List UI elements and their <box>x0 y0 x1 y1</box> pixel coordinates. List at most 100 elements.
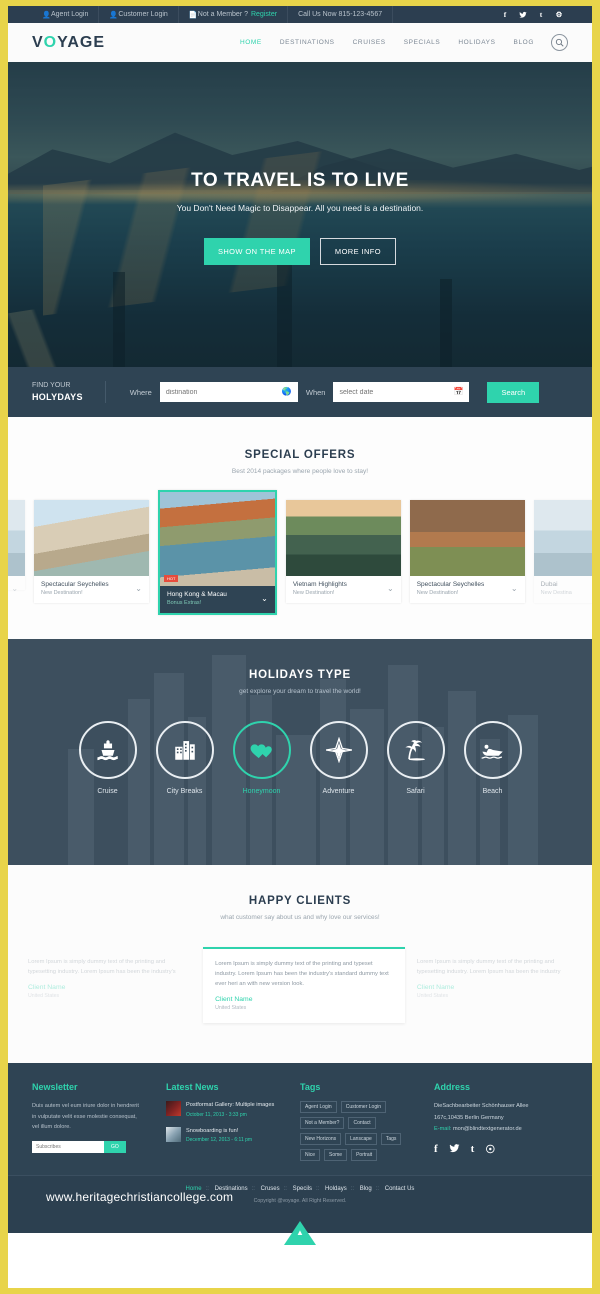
happy-clients-title: HAPPY CLIENTS <box>248 895 352 907</box>
footer-nav-contact[interactable]: Contact Us <box>381 1186 419 1192</box>
footer-news-column: Latest News Postformat Gallery: Multiple… <box>166 1082 300 1161</box>
facebook-icon[interactable]: f <box>496 6 514 23</box>
twitter-icon[interactable] <box>449 1143 460 1157</box>
testimonial-name: Client Name <box>28 984 66 992</box>
adventure-circle[interactable] <box>309 721 368 779</box>
special-offers-heading: SPECIAL OFFERS Best 2014 packages where … <box>8 449 592 475</box>
honeymoon-circle[interactable] <box>232 721 291 779</box>
tumblr-icon[interactable]: t <box>532 6 550 23</box>
address-title: Address <box>434 1082 471 1093</box>
offer-title: Spectacular Seychelles <box>416 581 485 588</box>
nav-item-destinations[interactable]: DESTINATIONS <box>271 39 344 46</box>
agent-login-label: Agent Login <box>51 11 89 18</box>
news-item[interactable]: Snowboarding is fun! December 12, 2013 -… <box>166 1126 300 1143</box>
offer-title: Dubai <box>540 581 558 588</box>
cruise-circle[interactable] <box>78 721 137 779</box>
offer-card-seychelles-2[interactable]: Spectacular Seychelles New Destination! … <box>409 500 525 603</box>
pinterest-icon[interactable]: ☉ <box>485 1143 495 1157</box>
offer-card-vietnam[interactable]: Vietnam Highlights New Destination! ⌄ <box>285 500 401 603</box>
agent-login-link[interactable]: 👤 Agent Login <box>32 6 98 23</box>
holiday-type-list: Cruise City Breaks Honeymoon Adventure S… <box>8 721 592 795</box>
newsletter-input[interactable] <box>32 1141 104 1154</box>
footer-nav-blog[interactable]: Blog <box>356 1186 376 1192</box>
tag-item[interactable]: New Horizons <box>300 1133 342 1146</box>
nav-separator: :: <box>350 1186 355 1193</box>
search-button[interactable] <box>551 34 568 51</box>
nav-item-home[interactable]: HOME <box>231 39 271 46</box>
logo[interactable]: VOYAGE <box>32 34 105 52</box>
chevron-down-icon[interactable]: ⌄ <box>387 584 394 593</box>
testimonial-active[interactable]: Lorem Ipsum is simply dummy text of the … <box>203 947 405 1024</box>
speedboat-icon <box>481 744 503 759</box>
tag-item[interactable]: Customer Login <box>340 1101 386 1114</box>
site-footer: Newsletter Duis autem vel eum iriure dol… <box>8 1063 592 1176</box>
testimonial-text: Lorem Ipsum is simply dummy text of the … <box>416 959 561 976</box>
twitter-icon[interactable] <box>514 6 532 23</box>
nav-separator: :: <box>375 1186 380 1193</box>
newsletter-go-button[interactable]: GO <box>104 1141 126 1154</box>
tumblr-icon[interactable]: t <box>471 1143 475 1157</box>
tag-item[interactable]: Nice <box>300 1149 321 1162</box>
newsletter-title: Newsletter <box>32 1082 78 1093</box>
special-offers-subtitle: Best 2014 packages where people love to … <box>231 468 369 475</box>
buildings-icon <box>174 741 195 760</box>
show-on-map-button[interactable]: SHOW ON THE MAP <box>203 238 310 265</box>
news-item[interactable]: Postformat Gallery: Multiple images Octo… <box>166 1101 300 1118</box>
facebook-icon[interactable]: f <box>434 1143 438 1157</box>
logo-part-3: YAGE <box>57 33 105 51</box>
holiday-type-adventure[interactable]: Adventure <box>309 721 368 795</box>
tag-item[interactable]: Some <box>324 1149 348 1162</box>
tag-item[interactable]: Portrait <box>351 1149 378 1162</box>
site-header: VOYAGE HOME DESTINATIONS CRUISES SPECIAL… <box>8 23 592 62</box>
tag-item[interactable]: Not a Member? <box>300 1117 345 1130</box>
holiday-type-cruise[interactable]: Cruise <box>78 721 137 795</box>
testimonial-right[interactable]: Lorem Ipsum is simply dummy text of the … <box>405 947 592 1011</box>
holiday-type-safari[interactable]: Safari <box>386 721 445 795</box>
chevron-down-icon[interactable]: ⌄ <box>11 584 18 593</box>
register-link[interactable]: Register <box>251 11 277 18</box>
tag-item[interactable]: Contact <box>348 1117 376 1130</box>
chevron-down-icon[interactable]: ⌄ <box>135 584 142 593</box>
search-submit-button[interactable]: Search <box>487 381 540 403</box>
city-breaks-circle[interactable] <box>155 721 214 779</box>
tag-item[interactable]: Lanscape <box>345 1133 377 1146</box>
footer-nav-holidays[interactable]: Holdays <box>321 1186 351 1192</box>
holiday-type-beach[interactable]: Beach <box>463 721 522 795</box>
customer-login-link[interactable]: 👤 Customer Login <box>98 6 179 23</box>
email-label: E-mail: <box>434 1125 452 1132</box>
main-navigation: HOME DESTINATIONS CRUISES SPECIALS HOLID… <box>231 34 568 51</box>
offer-card-edge-left[interactable]: ⌄ <box>8 500 26 593</box>
offer-meta: Dubai New Destina <box>534 576 592 603</box>
when-field[interactable]: 📅 <box>333 382 470 402</box>
holidays-type-title: HOLIDAYS TYPE <box>249 669 351 681</box>
offer-meta: ⌄ <box>8 576 25 593</box>
tag-item[interactable]: Agent Login <box>300 1101 337 1114</box>
nav-item-specials[interactable]: SPECIALS <box>395 39 450 46</box>
footer-nav-cruises[interactable]: Cruses <box>257 1186 284 1192</box>
footer-nav-specials[interactable]: Specils <box>289 1186 316 1192</box>
google-plus-icon[interactable]: ⚙ <box>550 6 568 23</box>
nav-item-cruises[interactable]: CRUISES <box>344 39 395 46</box>
destination-input[interactable] <box>165 388 292 396</box>
tag-item[interactable]: Tags <box>380 1133 402 1146</box>
safari-circle[interactable] <box>386 721 445 779</box>
offer-card-seychelles[interactable]: Spectacular Seychelles New Destination! … <box>34 500 149 603</box>
where-field[interactable]: 🌎 <box>159 382 298 402</box>
holiday-type-honeymoon[interactable]: Honeymoon <box>232 721 291 795</box>
email-value[interactable]: mon@blindtextgenerator.de <box>453 1126 522 1132</box>
holiday-type-city-breaks[interactable]: City Breaks <box>155 721 214 795</box>
chevron-down-icon[interactable]: ⌄ <box>511 584 518 593</box>
testimonial-left[interactable]: Lorem Ipsum is simply dummy text of the … <box>16 947 203 1011</box>
beach-circle[interactable] <box>463 721 522 779</box>
offer-card-dubai[interactable]: Dubai New Destina <box>533 500 592 603</box>
more-info-button[interactable]: MORE INFO <box>319 238 397 265</box>
address-block: DieSachbearbeiter Schönhauser Allee 167c… <box>434 1101 568 1135</box>
offer-card-hong-kong[interactable]: HOT Hong Kong & Macau Bonus Extras! ⌄ <box>157 490 277 615</box>
nav-item-holidays[interactable]: HOLIDAYS <box>449 39 504 46</box>
nav-item-blog[interactable]: BLOG <box>505 39 543 46</box>
chevron-down-icon[interactable]: ⌄ <box>261 594 268 603</box>
nav-separator: :: <box>251 1186 255 1193</box>
date-input[interactable] <box>339 388 464 396</box>
offer-image: HOT <box>159 492 275 586</box>
not-a-member-link[interactable]: 📄 Not a Member ? Register <box>179 6 287 23</box>
